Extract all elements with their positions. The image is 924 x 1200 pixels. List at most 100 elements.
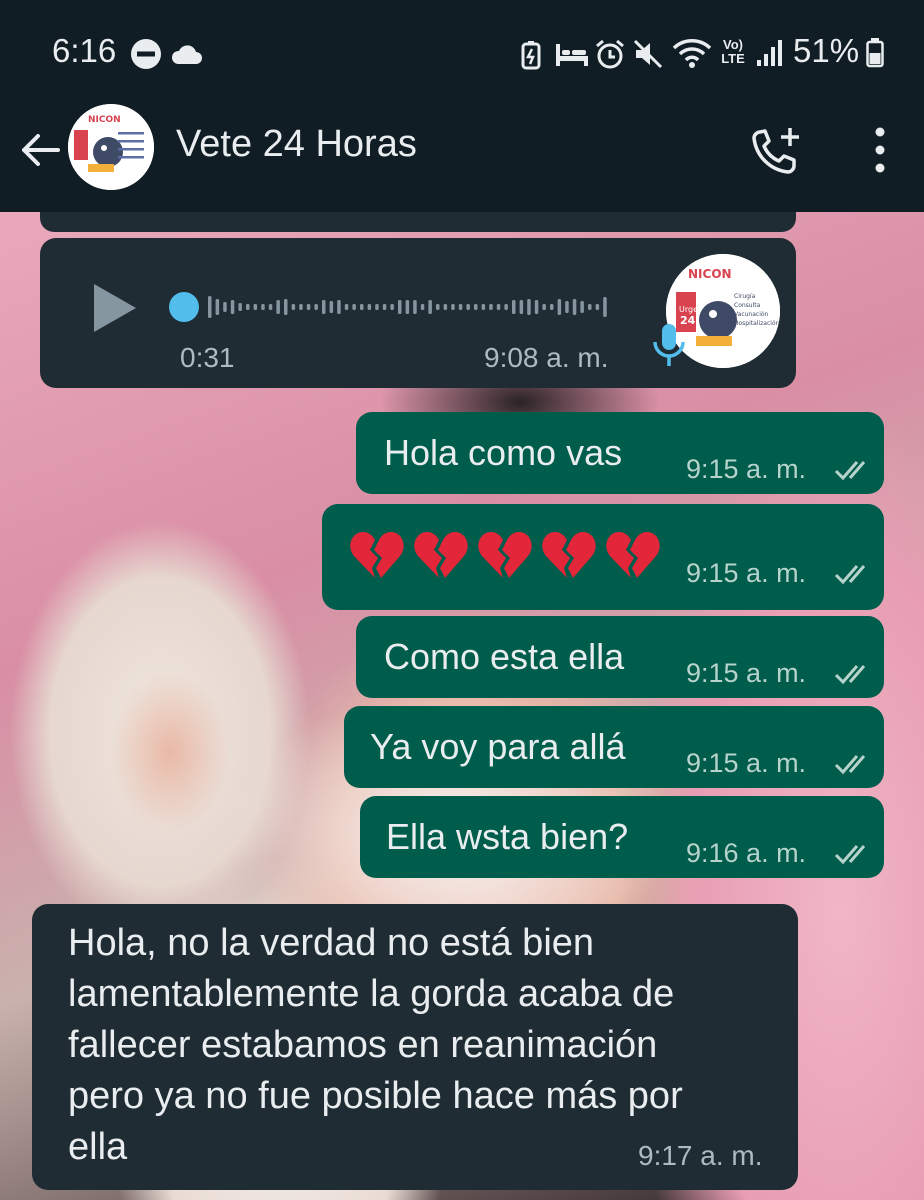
waveform-bar bbox=[542, 304, 546, 310]
svg-text:Hospitalización: Hospitalización bbox=[734, 320, 780, 327]
waveform-bar bbox=[595, 304, 600, 310]
waveform-bar bbox=[481, 304, 486, 310]
voice-note-bubble[interactable]: 0:31 9:08 a. m. Urgencias 24 NICON Cirug… bbox=[40, 238, 796, 388]
waveform-bar bbox=[443, 304, 448, 310]
waveform-bar bbox=[466, 304, 470, 310]
battery-saver-icon bbox=[521, 41, 541, 70]
waveform-bar bbox=[413, 300, 417, 314]
message-text: Ya voy para allá bbox=[370, 726, 626, 767]
waveform-bar bbox=[238, 303, 242, 311]
waveform-bar bbox=[519, 300, 524, 314]
broken-heart-icon bbox=[350, 532, 404, 579]
message-text: Como esta ella bbox=[384, 636, 625, 677]
add-call-icon[interactable] bbox=[748, 122, 806, 180]
waveform-bar bbox=[405, 300, 410, 314]
waveform-bar bbox=[382, 304, 387, 310]
waveform-bar bbox=[322, 300, 326, 314]
play-icon[interactable] bbox=[90, 280, 140, 336]
svg-text:NICON: NICON bbox=[88, 115, 121, 125]
message-line: lamentablemente la gorda acaba de bbox=[68, 973, 675, 1015]
waveform-bar bbox=[284, 299, 288, 315]
broken-heart-icon bbox=[542, 532, 596, 579]
waveform-bar bbox=[489, 304, 493, 310]
voice-duration: 0:31 bbox=[180, 342, 235, 373]
waveform-bar bbox=[344, 304, 349, 310]
playback-knob[interactable] bbox=[169, 292, 199, 322]
message-time: 9:16 a. m. bbox=[686, 838, 807, 868]
status-bar: 6:16 Vo) LTE 51% bbox=[0, 0, 924, 104]
waveform-bar bbox=[268, 304, 273, 310]
wifi-icon bbox=[672, 39, 712, 68]
message-line: pero ya no fue posible hace más por bbox=[68, 1075, 683, 1117]
battery-icon bbox=[866, 38, 884, 68]
waveform-bar bbox=[550, 304, 554, 310]
contact-avatar[interactable]: NICON bbox=[68, 104, 154, 190]
message-time: 9:17 a. m. bbox=[638, 1140, 763, 1171]
waveform-bar bbox=[223, 302, 227, 312]
outgoing-message[interactable]: 9:15 a. m. bbox=[322, 504, 884, 610]
battery-percent: 51% bbox=[793, 32, 860, 69]
volte-label: Vo) LTE bbox=[721, 37, 745, 66]
more-options-icon[interactable] bbox=[862, 124, 898, 176]
outgoing-message[interactable]: Ya voy para allá 9:15 a. m. bbox=[344, 706, 884, 788]
incoming-message[interactable]: Hola, no la verdad no está bien lamentab… bbox=[32, 904, 798, 1190]
contact-name[interactable]: Vete 24 Horas bbox=[176, 123, 417, 166]
message-time: 9:15 a. m. bbox=[686, 658, 807, 688]
message-text: Hola como vas bbox=[384, 432, 623, 473]
double-check-icon bbox=[834, 565, 866, 585]
emoji-row bbox=[348, 528, 668, 582]
waveform-bar bbox=[337, 300, 341, 314]
waveform-bar bbox=[215, 299, 220, 315]
double-check-icon bbox=[834, 461, 866, 481]
broken-heart-icon bbox=[414, 532, 468, 579]
chat-header: NICON Vete 24 Horas bbox=[0, 104, 924, 212]
message-time: 9:15 a. m. bbox=[686, 454, 807, 484]
waveform-bar bbox=[230, 300, 235, 314]
waveform-bar bbox=[253, 304, 258, 310]
message-line: fallecer estabamos en reanimación bbox=[68, 1024, 658, 1066]
waveform-bar bbox=[291, 304, 296, 310]
waveform-bar bbox=[367, 304, 372, 310]
voice-waveform[interactable] bbox=[164, 290, 614, 324]
waveform-bar bbox=[261, 304, 265, 310]
waveform-bar bbox=[565, 301, 569, 313]
double-check-icon bbox=[834, 665, 866, 685]
message-text: Hola, no la verdad no está bien lamentab… bbox=[68, 918, 788, 1173]
message-time: 9:15 a. m. bbox=[686, 558, 807, 588]
outgoing-message[interactable]: Como esta ella 9:15 a. m. bbox=[356, 616, 884, 698]
waveform-bar bbox=[534, 300, 539, 314]
waveform-bar bbox=[390, 304, 394, 310]
waveform-bar bbox=[398, 300, 402, 314]
do-not-disturb-icon bbox=[131, 39, 161, 69]
signal-icon bbox=[757, 40, 782, 66]
waveform-bar bbox=[352, 304, 356, 310]
previous-message-bubble bbox=[40, 212, 796, 232]
waveform-bar bbox=[504, 304, 508, 310]
waveform-bar bbox=[299, 304, 303, 310]
svg-text:Consulta: Consulta bbox=[734, 302, 761, 309]
waveform-bar bbox=[208, 296, 212, 318]
broken-heart-icon bbox=[478, 532, 532, 579]
double-check-icon bbox=[834, 845, 866, 865]
waveform-bar bbox=[580, 301, 584, 313]
chat-area[interactable]: 0:31 9:08 a. m. Urgencias 24 NICON Cirug… bbox=[0, 212, 924, 1200]
waveform-bar bbox=[496, 304, 501, 310]
svg-text:Vacunación: Vacunación bbox=[734, 311, 769, 318]
waveform-bar bbox=[329, 301, 334, 313]
svg-text:Cirugía: Cirugía bbox=[734, 293, 756, 300]
waveform-bar bbox=[428, 300, 432, 314]
waveform-bar bbox=[512, 300, 516, 314]
waveform-bar bbox=[436, 304, 440, 310]
svg-text:NICON: NICON bbox=[688, 267, 732, 281]
outgoing-message[interactable]: Hola como vas 9:15 a. m. bbox=[356, 412, 884, 494]
waveform-bar bbox=[474, 304, 478, 310]
waveform-bar bbox=[360, 304, 364, 310]
waveform-bar bbox=[458, 304, 463, 310]
message-line: Hola, no la verdad no está bien bbox=[68, 922, 595, 964]
waveform-bar bbox=[246, 304, 250, 310]
status-time: 6:16 bbox=[52, 32, 117, 69]
waveform-bar bbox=[276, 300, 280, 314]
back-arrow-icon[interactable] bbox=[16, 126, 64, 174]
outgoing-message[interactable]: Ella wsta bien? 9:16 a. m. bbox=[360, 796, 884, 878]
waveform-bar bbox=[420, 304, 425, 310]
